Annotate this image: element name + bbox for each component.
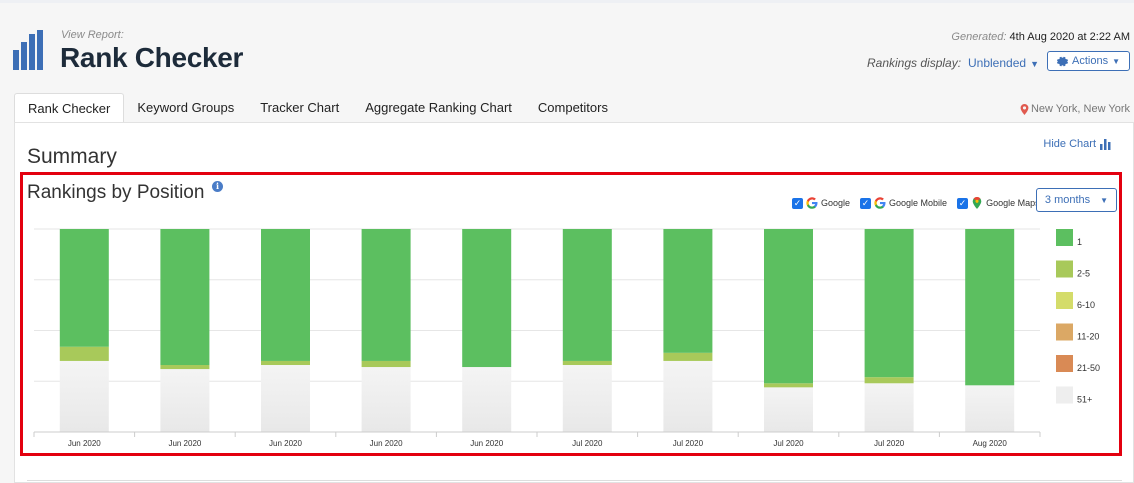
rankings-chart: Jun 2020 Jun 2020 Jun 2020 Jun 2020 Jun 2020… [33, 228, 1100, 448]
x-tick-label: Jul 2020 [673, 439, 704, 448]
x-tick-label: Jun 2020 [470, 439, 503, 448]
divider [27, 480, 1122, 481]
legend-label: 2-5 [1077, 269, 1090, 279]
x-tick-label: Aug 2020 [973, 439, 1008, 448]
bar-segment [663, 360, 713, 432]
bar-segment [462, 367, 512, 432]
bar-segment [261, 360, 310, 366]
bar-segment [965, 229, 1015, 386]
bar-segment [160, 369, 210, 432]
bar-segment [59, 346, 109, 361]
bar-segment [965, 385, 1015, 432]
legend-label: 11-20 [1077, 332, 1099, 342]
bar-segment [864, 229, 914, 378]
legend-swatch [1056, 386, 1073, 404]
legend-swatch [1056, 323, 1073, 341]
bar-segment [361, 360, 411, 368]
legend-label: 6-10 [1077, 300, 1095, 310]
x-tick-label: Jun 2020 [68, 439, 101, 448]
x-tick-label: Jun 2020 [370, 439, 403, 448]
bar-segment [864, 377, 914, 384]
bar-segment [562, 360, 612, 366]
bar-segment [160, 229, 210, 366]
bar-segment [361, 229, 411, 361]
legend-label: 1 [1077, 237, 1082, 247]
bar-segment [864, 383, 914, 432]
bar-segment [261, 365, 310, 432]
legend-swatch [1056, 260, 1073, 278]
legend-swatch [1056, 355, 1073, 372]
legend-swatch [1056, 229, 1073, 246]
bar-segment [663, 229, 713, 353]
bar-segment [764, 229, 813, 384]
bar-segment [59, 229, 109, 347]
x-tick-label: Jul 2020 [874, 439, 905, 448]
legend-label: 21-50 [1077, 363, 1100, 373]
bar-segment [361, 367, 411, 432]
x-tick-label: Jul 2020 [572, 439, 603, 448]
x-tick-label: Jun 2020 [168, 439, 201, 448]
bar-segment [562, 229, 612, 361]
bar-segment [462, 229, 512, 368]
x-tick-label: Jun 2020 [269, 439, 302, 448]
legend-label: 51+ [1077, 395, 1092, 405]
bar-segment [261, 229, 310, 361]
x-tick-label: Jul 2020 [773, 439, 804, 448]
legend-swatch [1056, 292, 1073, 309]
bar-segment [663, 352, 713, 361]
bar-segment [59, 360, 109, 432]
bar-segment [160, 365, 210, 370]
bar-segment [764, 383, 813, 388]
bar-segment [562, 365, 612, 432]
bar-segment [764, 387, 813, 432]
